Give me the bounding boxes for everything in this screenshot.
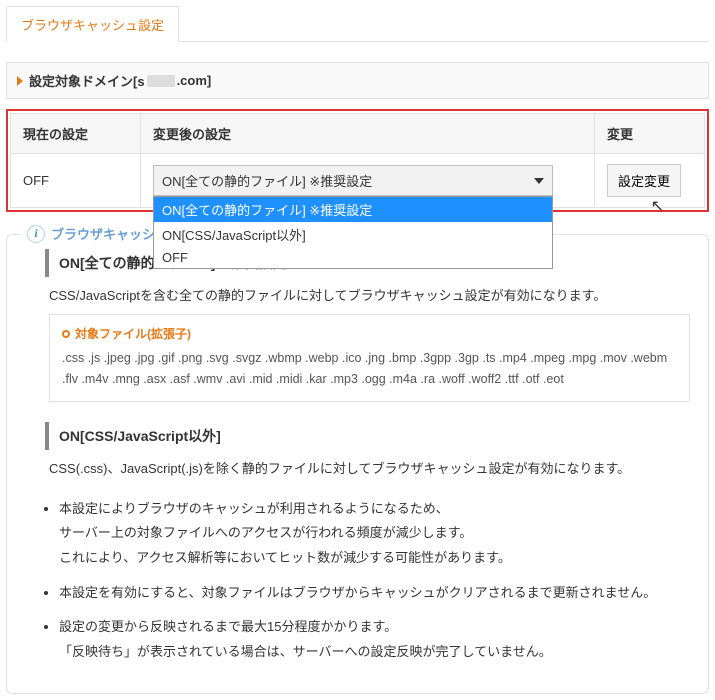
info-notes-list: 本設定によりブラウザのキャッシュが利用されるようになるため、 サーバー上の対象フ… [59, 497, 690, 665]
select-dropdown: ON[全ての静的ファイル] ※推奨設定 ON[CSS/JavaScript以外]… [153, 196, 553, 269]
cursor-icon: ↖ [651, 196, 664, 216]
target-extensions-title-text: 対象ファイル(拡張子) [75, 325, 191, 342]
tab-browser-cache[interactable]: ブラウザキャッシュ設定 [6, 6, 179, 42]
info-desc-on-all: CSS/JavaScriptを含む全ての静的ファイルに対してブラウザキャッシュ設… [49, 285, 690, 304]
info-title-text: ブラウザキャッシ [51, 224, 155, 243]
select-current-value: ON[全ての静的ファイル] ※推奨設定 [162, 171, 372, 190]
arrow-icon [17, 76, 23, 86]
after-setting-cell: ON[全ての静的ファイル] ※推奨設定 ON[全ての静的ファイル] ※推奨設定 … [141, 154, 595, 208]
change-cell: 設定変更 ↖ [595, 154, 705, 208]
target-extensions-list: .css .js .jpeg .jpg .gif .png .svg .svgz… [62, 348, 677, 391]
cache-mode-select[interactable]: ON[全ての静的ファイル] ※推奨設定 ON[全ての静的ファイル] ※推奨設定 … [153, 165, 553, 196]
option-on-all[interactable]: ON[全ての静的ファイル] ※推奨設定 [154, 197, 552, 222]
info-heading-on-except: ON[CSS/JavaScript以外] [45, 422, 690, 450]
highlighted-settings-area: 現在の設定 変更後の設定 変更 OFF ON[全ての静的ファイル] ※推奨設定 … [6, 109, 709, 212]
note-3: 設定の変更から反映されるまで最大15分程度かかります。 「反映待ち」が表示されて… [59, 615, 690, 664]
header-current-setting: 現在の設定 [11, 114, 141, 154]
info-panel: i ブラウザキャッシ ON[全ての静的ファイル] ※推奨設定 CSS/JavaS… [6, 234, 709, 694]
info-block-on-all: ON[全ての静的ファイル] ※推奨設定 CSS/JavaScriptを含む全ての… [45, 249, 690, 402]
info-icon: i [27, 225, 45, 243]
header-change: 変更 [595, 114, 705, 154]
settings-table: 現在の設定 変更後の設定 変更 OFF ON[全ての静的ファイル] ※推奨設定 … [10, 113, 705, 208]
section-target-domain: 設定対象ドメイン[s .com] [6, 62, 709, 99]
chevron-down-icon [534, 178, 544, 184]
bullet-icon [62, 330, 70, 338]
target-extensions-box: 対象ファイル(拡張子) .css .js .jpeg .jpg .gif .pn… [49, 314, 690, 402]
note-2: 本設定を有効にすると、対象ファイルはブラウザからキャッシュがクリアされるまで更新… [59, 581, 690, 606]
current-setting-value: OFF [11, 154, 141, 208]
select-display[interactable]: ON[全ての静的ファイル] ※推奨設定 [153, 165, 553, 196]
option-off[interactable]: OFF [154, 247, 552, 268]
info-desc-on-except: CSS(.css)、JavaScript(.js)を除く静的ファイルに対してブラ… [49, 458, 690, 477]
section-title-prefix: 設定対象ドメイン[s [29, 71, 145, 90]
info-block-on-except: ON[CSS/JavaScript以外] CSS(.css)、JavaScrip… [45, 422, 690, 477]
option-on-except-cssjs[interactable]: ON[CSS/JavaScript以外] [154, 222, 552, 247]
target-extensions-title: 対象ファイル(拡張子) [62, 325, 677, 342]
section-title-mask [147, 75, 175, 87]
header-after-setting: 変更後の設定 [141, 114, 595, 154]
apply-change-button[interactable]: 設定変更 [607, 164, 681, 197]
note-1: 本設定によりブラウザのキャッシュが利用されるようになるため、 サーバー上の対象フ… [59, 497, 690, 571]
info-panel-title: i ブラウザキャッシ [21, 224, 161, 243]
section-title-suffix: .com] [177, 73, 212, 88]
